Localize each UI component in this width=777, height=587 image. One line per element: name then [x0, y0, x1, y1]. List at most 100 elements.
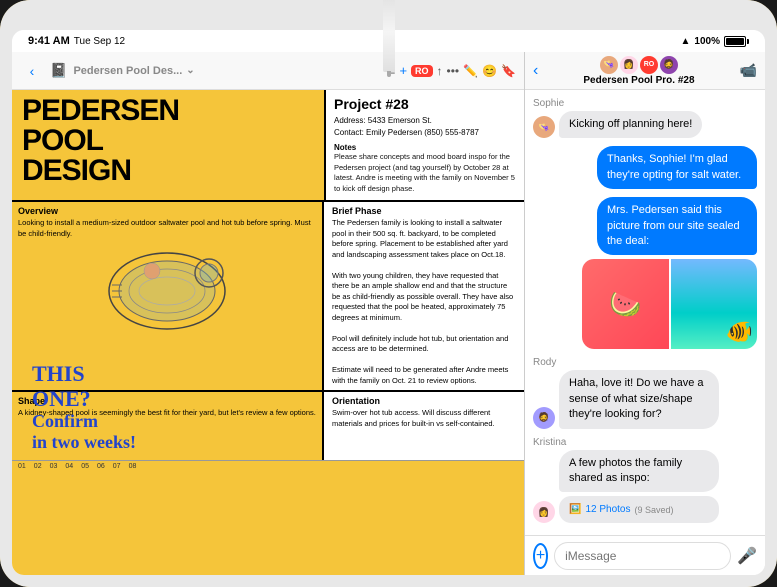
messages-list: Sophie 👒 Kicking off planning here! Than…	[525, 90, 765, 535]
project-contact: Contact: Emily Pedersen (850) 555-8787	[334, 127, 516, 139]
kristina-avatar: 👩	[533, 501, 555, 523]
message-4: Rody 🧔 Haha, love it! Do we have a sense…	[533, 357, 757, 428]
overview-label: Overview	[18, 206, 316, 216]
bubble-row-1: 👒 Kicking off planning here!	[533, 111, 757, 138]
microphone-button[interactable]: 🎤	[737, 546, 757, 566]
status-right: ▲ 100%	[681, 36, 749, 47]
bubble-row-2: Thanks, Sophie! I'm glad they're opting …	[533, 146, 757, 189]
outgoing-with-image: Mrs. Pedersen said this picture from our…	[582, 197, 757, 349]
document-area: PEDERSEN POOL DESIGN Project #28 Address…	[12, 90, 524, 575]
doc-main-title-line3: DESIGN	[22, 156, 314, 186]
project-number: Project #28	[334, 96, 516, 112]
doc-info-block: Project #28 Address: 5433 Emerson St. Co…	[324, 90, 524, 200]
shape-label: Shape	[18, 396, 316, 406]
status-date: Tue Sep 12	[74, 36, 125, 47]
ruler-row: 01 02 03 04 05 06 07 08	[12, 460, 524, 472]
pencil-icon[interactable]: ✏️	[463, 64, 478, 78]
video-call-button[interactable]: 📹	[740, 62, 757, 79]
message-3: Mrs. Pedersen said this picture from our…	[533, 197, 757, 349]
overview-col: Overview Looking to install a medium-siz…	[12, 202, 324, 390]
messages-toolbar: ‹ 👒 👩 RO 🧔 Pedersen Pool Pro. #28 📹	[525, 52, 765, 90]
photos-icon: 🖼️	[569, 504, 581, 515]
image-preview: 🍉 🐠	[582, 259, 757, 349]
group-avatars: 👒 👩 RO 🧔	[600, 56, 678, 74]
doc-header-row: PEDERSEN POOL DESIGN Project #28 Address…	[12, 90, 524, 202]
message-5: Kristina 👩 A few photos the family share…	[533, 437, 757, 524]
orientation-text: Swim-over hot tub access. Will discuss d…	[332, 408, 516, 429]
avatar-3: 🧔	[660, 56, 678, 74]
status-left: 9:41 AM Tue Sep 12	[28, 35, 125, 47]
sender-name-5: Kristina	[533, 437, 757, 448]
ipad-frame: 9:41 AM Tue Sep 12 ▲ 100%	[0, 0, 777, 587]
bubble-3: Mrs. Pedersen said this picture from our…	[597, 197, 757, 255]
ro-badge: RO	[411, 65, 433, 77]
project-address: Address: 5433 Emerson St.	[334, 115, 516, 127]
messages-title-area: 👒 👩 RO 🧔 Pedersen Pool Pro. #28	[542, 56, 735, 86]
notebook-icon[interactable]: 📓	[50, 62, 67, 79]
battery-percent: 100%	[694, 36, 720, 47]
pool-preview: 🐠	[671, 259, 758, 349]
messages-panel: ‹ 👒 👩 RO 🧔 Pedersen Pool Pro. #28 📹	[525, 52, 765, 575]
watermelon-preview: 🍉	[582, 259, 669, 349]
ro-avatar: RO	[640, 56, 658, 74]
doc-bottom-row: Shape A kidney-shaped pool is seemingly …	[12, 392, 524, 472]
sender-name-1: Sophie	[533, 98, 757, 109]
messages-back-button[interactable]: ‹	[533, 62, 538, 80]
pool-sketch-area	[18, 243, 316, 338]
photos-count: 12 Photos	[585, 504, 630, 515]
main-content: ‹ 📓 Pedersen Pool Des... ⌄ ≡ + RO ↑ •••	[12, 52, 765, 575]
photos-saved: (9 Saved)	[635, 505, 674, 515]
shape-text: A kidney-shaped pool is seemingly the be…	[18, 408, 316, 419]
bubble-row-3: Mrs. Pedersen said this picture from our…	[533, 197, 757, 349]
sophie-avatar: 👒	[533, 116, 555, 138]
bubble-row-4: 🧔 Haha, love it! Do we have a sense of w…	[533, 370, 757, 428]
ipad-bezel: 9:41 AM Tue Sep 12 ▲ 100%	[0, 0, 777, 587]
kristina-content: A few photos the family shared as inspo:…	[559, 450, 719, 524]
doc-main-title-line2: POOL	[22, 126, 314, 156]
overview-text: Looking to install a medium-sized outdoo…	[18, 218, 316, 239]
messages-title: Pedersen Pool Pro. #28	[583, 75, 694, 86]
apple-pencil	[383, 0, 395, 72]
photos-attachment[interactable]: 🖼️ 12 Photos (9 Saved)	[559, 496, 719, 523]
brief-phase-text: The Pedersen family is looking to instal…	[332, 218, 516, 386]
bubble-4: Haha, love it! Do we have a sense of wha…	[559, 370, 719, 428]
back-button[interactable]: ‹	[20, 59, 44, 83]
screen: 9:41 AM Tue Sep 12 ▲ 100%	[12, 30, 765, 575]
bubble-5: A few photos the family shared as inspo:	[559, 450, 719, 493]
add-media-button[interactable]: +	[533, 543, 548, 569]
doc-title-block: PEDERSEN POOL DESIGN	[12, 90, 324, 200]
notes-label: Notes	[334, 143, 516, 152]
doc-main-title-line1: PEDERSEN	[22, 96, 314, 126]
battery-indicator	[724, 36, 749, 47]
notes-text: Please share concepts and mood board ins…	[334, 152, 516, 194]
wifi-icon: ▲	[681, 36, 691, 47]
bubble-2: Thanks, Sophie! I'm glad they're opting …	[597, 146, 757, 189]
bookmark-icon[interactable]: 🔖	[501, 64, 516, 78]
bubble-1: Kicking off planning here!	[559, 111, 702, 138]
pencil-tip	[387, 71, 391, 77]
shape-col: Shape A kidney-shaped pool is seemingly …	[12, 392, 324, 472]
more-icon[interactable]: •••	[447, 64, 460, 78]
share-icon[interactable]: ↑	[437, 64, 443, 78]
messages-input-bar: + 🎤	[525, 535, 765, 575]
pool-diagram-svg	[97, 243, 237, 338]
status-time: 9:41 AM	[28, 35, 70, 47]
orientation-label: Orientation	[332, 396, 516, 406]
message-1: Sophie 👒 Kicking off planning here!	[533, 98, 757, 138]
notes-toolbar-actions: ≡ + RO ↑ ••• ✏️ 😊 🔖	[388, 63, 516, 78]
brief-phase-col: Brief Phase The Pedersen family is looki…	[324, 202, 524, 390]
sender-name-4: Rody	[533, 357, 757, 368]
brief-phase-label: Brief Phase	[332, 206, 516, 216]
avatar-2: 👩	[620, 56, 638, 74]
notes-panel: ‹ 📓 Pedersen Pool Des... ⌄ ≡ + RO ↑ •••	[12, 52, 525, 575]
avatar-1: 👒	[600, 56, 618, 74]
notes-toolbar: ‹ 📓 Pedersen Pool Des... ⌄ ≡ + RO ↑ •••	[12, 52, 524, 90]
bubble-row-5: 👩 A few photos the family shared as insp…	[533, 450, 757, 524]
rody-avatar: 🧔	[533, 407, 555, 429]
message-2: Thanks, Sophie! I'm glad they're opting …	[533, 146, 757, 189]
add-icon[interactable]: +	[399, 63, 407, 78]
message-input[interactable]	[554, 542, 731, 570]
fish-emoji: 🐠	[726, 319, 753, 345]
doc-middle-row: Overview Looking to install a medium-siz…	[12, 202, 524, 392]
emoji-icon[interactable]: 😊	[482, 64, 497, 78]
